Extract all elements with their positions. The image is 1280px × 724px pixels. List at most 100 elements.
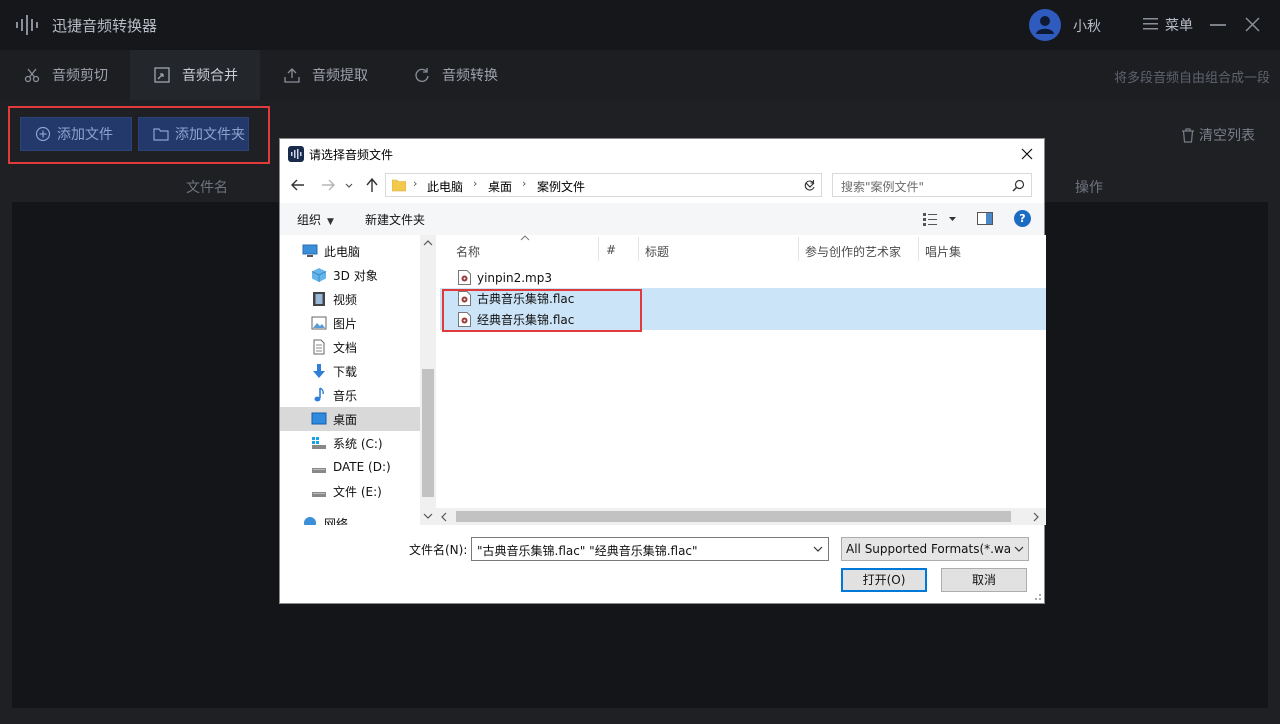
highlight-box [8, 106, 270, 164]
chevron-left-icon[interactable] [440, 512, 448, 522]
help-icon[interactable]: ? [1014, 210, 1031, 227]
breadcrumb-desktop[interactable]: 桌面 [488, 178, 512, 195]
music-icon [314, 387, 324, 402]
open-button[interactable]: 打开(O) [841, 568, 927, 592]
tree-item-label: 视频 [333, 292, 358, 307]
tab-label: 音频提取 [312, 68, 368, 84]
clear-list-button[interactable]: 清空列表 [1181, 125, 1255, 145]
tree-item-label: 音乐 [333, 388, 358, 403]
tab-audio-convert[interactable]: 音频转换 [390, 50, 520, 100]
tree-scrollbar[interactable] [420, 235, 436, 525]
view-options-icon[interactable] [923, 212, 959, 226]
column-header-name[interactable]: 名称 [456, 243, 480, 260]
organize-menu[interactable]: 组织 ▼ [297, 211, 334, 228]
user-name[interactable]: 小秋 [1073, 16, 1101, 36]
file-name: yinpin2.mp3 [477, 270, 552, 285]
tree-item-videos[interactable]: 视频 [280, 287, 420, 311]
breadcrumb-this-pc[interactable]: 此电脑 [427, 178, 463, 195]
tab-audio-cut[interactable]: 音频剪切 [0, 50, 130, 100]
chevron-down-icon[interactable] [813, 543, 823, 555]
column-divider[interactable] [638, 237, 639, 261]
tab-audio-extract[interactable]: 音频提取 [260, 50, 390, 100]
tree-item-label: 网络 [324, 516, 349, 526]
scissors-icon [24, 68, 40, 83]
column-divider[interactable] [918, 237, 919, 261]
tree-item-network[interactable]: 网络 [280, 511, 420, 525]
chevron-down-icon[interactable] [423, 512, 433, 520]
search-icon[interactable] [1012, 179, 1025, 192]
trash-icon [1182, 127, 1194, 143]
recent-dropdown-icon[interactable] [344, 177, 354, 193]
column-divider[interactable] [798, 237, 799, 261]
minimize-icon[interactable] [1210, 24, 1226, 26]
drive-icon [312, 492, 326, 497]
breadcrumb-separator-icon: › [473, 177, 478, 190]
refresh-button[interactable] [798, 173, 822, 197]
tree-item-documents[interactable]: 文档 [280, 335, 420, 359]
resize-grip-icon[interactable] [1032, 591, 1042, 601]
breadcrumb-case-files[interactable]: 案例文件 [537, 178, 585, 195]
tree-item-this-pc[interactable]: 此电脑 [280, 239, 420, 263]
tree-item-pictures[interactable]: 图片 [280, 311, 420, 335]
forward-arrow-icon[interactable] [320, 177, 336, 193]
download-icon [313, 364, 325, 378]
tab-audio-merge[interactable]: 音频合并 [130, 50, 260, 100]
scrollbar-thumb[interactable] [422, 369, 434, 497]
close-icon[interactable] [1018, 145, 1036, 163]
filename-label: 文件名(N): [409, 543, 468, 557]
filetype-value: All Supported Formats(*.wav [846, 542, 1019, 556]
tree-item-label: 图片 [333, 316, 358, 331]
breadcrumb-separator-icon: › [522, 177, 527, 190]
filetype-dropdown[interactable] [1010, 538, 1028, 560]
up-arrow-icon[interactable] [364, 177, 380, 193]
tree-item-drive-c[interactable]: 系统 (C:) [280, 431, 420, 455]
preview-pane-icon[interactable] [977, 212, 993, 225]
app-logo-icon [16, 15, 38, 35]
column-header-title[interactable]: 标题 [645, 243, 669, 260]
chevron-up-icon[interactable] [423, 239, 433, 247]
column-divider[interactable] [598, 237, 599, 261]
dialog-toolbar: 组织 ▼ 新建文件夹 ? [280, 203, 1044, 235]
chevron-right-icon[interactable] [1032, 512, 1040, 522]
tree-item-desktop[interactable]: 桌面 [280, 407, 420, 431]
breadcrumb-separator-icon: › [413, 177, 418, 190]
column-header-filename: 文件名 [186, 180, 228, 196]
column-header-album[interactable]: 唱片集 [925, 243, 961, 260]
user-avatar[interactable] [1029, 9, 1061, 41]
file-open-dialog: 请选择音频文件 › 此电脑 › 桌面 › 案例文件 搜索"案例文件" 组织 ▼ … [279, 138, 1046, 604]
tab-label: 音频转换 [442, 68, 498, 84]
tab-label: 音频剪切 [52, 68, 108, 84]
merge-icon [154, 67, 170, 83]
folder-icon [392, 179, 406, 192]
back-arrow-icon[interactable] [290, 177, 306, 193]
picture-icon [311, 316, 327, 330]
address-bar[interactable]: › 此电脑 › 桌面 › 案例文件 [385, 173, 822, 197]
tree-item-label: 文件 (E:) [333, 484, 382, 499]
search-input[interactable]: 搜索"案例文件" [832, 173, 1032, 197]
tree-item-drive-e[interactable]: 文件 (E:) [280, 479, 420, 503]
scrollbar-thumb[interactable] [456, 511, 1011, 522]
tree-item-label: 3D 对象 [333, 268, 378, 283]
close-icon[interactable] [1245, 17, 1260, 32]
network-icon [304, 517, 316, 525]
cancel-button[interactable]: 取消 [941, 568, 1027, 592]
document-icon [313, 339, 325, 355]
tree-item-drive-d[interactable]: DATE (D:) [280, 455, 420, 479]
column-header-number[interactable]: # [606, 243, 616, 257]
menu-label[interactable]: 菜单 [1165, 15, 1193, 35]
filetype-select[interactable]: All Supported Formats(*.wav [841, 537, 1029, 561]
new-folder-button[interactable]: 新建文件夹 [365, 211, 425, 228]
hamburger-menu-icon[interactable] [1143, 17, 1158, 31]
file-list: 名称 # 标题 参与创作的艺术家 唱片集 yinpin2.mp3 古典音乐集锦.… [440, 235, 1046, 525]
video-icon [313, 292, 325, 306]
tree-item-downloads[interactable]: 下载 [280, 359, 420, 383]
system-drive-icon [312, 437, 326, 449]
tree-item-music[interactable]: 音乐 [280, 383, 420, 407]
file-row[interactable]: yinpin2.mp3 [440, 267, 1046, 288]
tree-item-3d-objects[interactable]: 3D 对象 [280, 263, 420, 287]
refresh-icon [415, 68, 429, 82]
filename-input[interactable]: "古典音乐集锦.flac" "经典音乐集锦.flac" [471, 537, 829, 561]
horizontal-scrollbar[interactable] [436, 508, 1046, 525]
column-header-artists[interactable]: 参与创作的艺术家 [805, 243, 901, 260]
tab-bar: 音频剪切 音频合并 音频提取 音频转换 将多段音频自由组合成一段 [0, 50, 1280, 100]
